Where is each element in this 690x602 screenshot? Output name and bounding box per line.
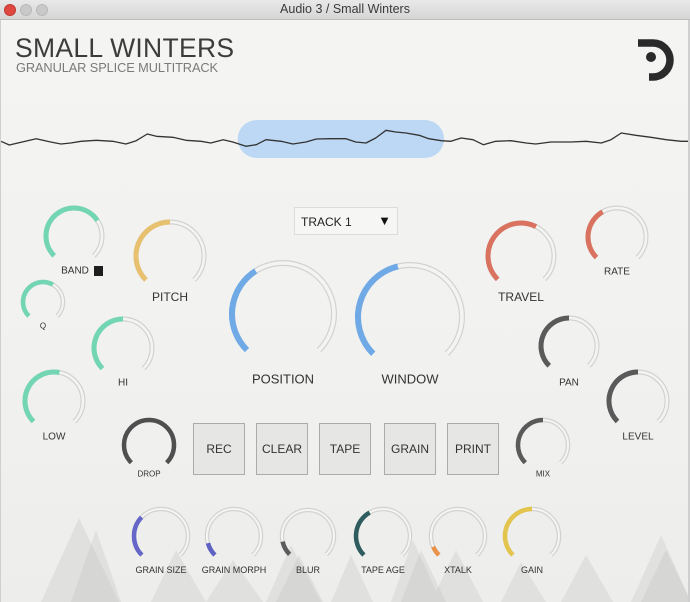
knob-label-band: BAND <box>61 265 89 277</box>
knob-label-hi: HI <box>118 377 128 389</box>
knob-track-inner <box>132 507 190 556</box>
brand-logo-icon <box>638 39 674 81</box>
knob-rate-dial <box>585 205 649 260</box>
knob-blur-dial <box>279 507 337 556</box>
knob-level-dial <box>606 369 670 424</box>
knob-value-arc <box>43 205 100 258</box>
knob-label-grain-size: GRAIN SIZE <box>135 565 187 575</box>
band-toggle-checkbox[interactable] <box>94 266 103 276</box>
knob-value-arc <box>431 545 441 557</box>
knob-track-inner <box>429 507 487 556</box>
knob-grain-morph[interactable] <box>201 503 267 569</box>
knob-xtalk-dial <box>428 506 488 557</box>
plugin-panel: SMALL WINTERS GRANULAR SPLICE MULTITRACK… <box>0 20 690 602</box>
knob-q[interactable] <box>17 276 69 328</box>
knob-label-blur: BLUR <box>295 565 321 575</box>
knob-window[interactable] <box>352 259 468 375</box>
knob-travel-dial <box>485 220 557 282</box>
logo-dot <box>646 52 656 62</box>
knob-value-arc <box>502 506 533 557</box>
knob-gain-dial <box>502 506 562 557</box>
window-titlebar: Audio 3 / Small Winters <box>0 0 690 20</box>
knob-label-grain-morph: GRAIN MORPH <box>201 565 267 575</box>
knob-value-arc <box>515 417 544 465</box>
knob-pitch-dial <box>133 219 207 282</box>
knob-low-dial <box>22 369 86 424</box>
knob-position-dial <box>229 260 337 353</box>
knob-low[interactable] <box>19 366 89 436</box>
window-title: Audio 3 / Small Winters <box>280 2 410 16</box>
tape-button[interactable]: TAPE <box>319 423 371 475</box>
knob-grain-morph-dial <box>204 506 264 557</box>
knob-value-arc <box>133 219 171 282</box>
knob-value-arc <box>91 316 124 371</box>
knob-pitch[interactable] <box>130 216 210 296</box>
knob-label-q: Q <box>39 321 47 331</box>
knob-label-position: POSITION <box>251 371 315 387</box>
knob-xtalk[interactable] <box>425 503 491 569</box>
knob-value-arc <box>121 417 177 465</box>
knob-track-inner <box>280 509 336 556</box>
knob-pan[interactable] <box>535 312 603 380</box>
knob-pan-dial <box>538 315 600 368</box>
plugin-subtitle: GRANULAR SPLICE MULTITRACK <box>16 60 218 75</box>
knob-q-dial <box>20 279 66 318</box>
knob-drop[interactable] <box>118 414 180 476</box>
knob-gain[interactable] <box>499 503 565 569</box>
knob-value-arc <box>20 279 55 318</box>
knob-value-arc <box>229 268 258 353</box>
knob-label-window: WINDOW <box>381 371 439 387</box>
knob-label-drop: DROP <box>137 469 161 479</box>
snowy-trees-background <box>41 518 688 602</box>
rec-button[interactable]: REC <box>193 423 245 475</box>
knob-hi-dial <box>91 316 155 371</box>
print-button[interactable]: PRINT <box>447 423 499 475</box>
knob-label-pitch: PITCH <box>152 290 188 304</box>
track-select-value: TRACK 1 <box>301 215 352 229</box>
knob-blur[interactable] <box>276 504 340 568</box>
knob-position[interactable] <box>226 257 340 371</box>
waveform-display[interactable] <box>1 110 690 165</box>
knob-label-travel: TRAVEL <box>498 290 544 304</box>
knob-value-arc <box>22 369 60 424</box>
knob-value-arc <box>353 510 371 557</box>
knob-travel[interactable] <box>482 217 560 295</box>
knob-label-xtalk: XTALK <box>444 565 472 575</box>
knob-drop-dial <box>121 417 177 465</box>
knob-label-tape-age: TAPE AGE <box>361 565 405 575</box>
knob-band[interactable] <box>40 202 108 270</box>
knob-label-rate: RATE <box>604 266 630 278</box>
knob-band-dial <box>43 205 105 258</box>
knob-value-arc <box>485 220 538 282</box>
knob-label-pan: PAN <box>559 377 579 389</box>
track-select-dropdown[interactable]: TRACK 1 ▼ <box>294 207 398 235</box>
knob-grain-size[interactable] <box>128 503 194 569</box>
chevron-down-icon: ▼ <box>378 213 391 228</box>
knob-window-dial <box>355 262 465 356</box>
knob-value-arc <box>131 515 144 557</box>
knob-mix-dial <box>515 417 571 465</box>
knob-hi[interactable] <box>88 313 158 383</box>
knob-value-arc <box>606 369 639 424</box>
knob-value-arc <box>205 542 217 557</box>
knob-value-arc <box>355 263 399 356</box>
knob-tape-age-dial <box>353 506 413 557</box>
knob-mix[interactable] <box>512 414 574 476</box>
knob-label-gain: GAIN <box>520 565 544 575</box>
grain-button[interactable]: GRAIN <box>384 423 436 475</box>
knob-label-low: LOW <box>42 431 66 443</box>
knob-label-level: LEVEL <box>622 431 654 443</box>
knob-rate[interactable] <box>582 202 652 272</box>
knob-value-arc <box>280 541 292 556</box>
knob-track-inner <box>205 507 263 556</box>
clear-button[interactable]: CLEAR <box>256 423 308 475</box>
knob-grain-size-dial <box>131 506 191 557</box>
knob-value-arc <box>585 209 604 260</box>
knob-label-mix: MIX <box>535 469 551 479</box>
knob-tape-age[interactable] <box>350 503 416 569</box>
knob-level[interactable] <box>603 366 673 436</box>
knob-value-arc <box>538 315 570 368</box>
